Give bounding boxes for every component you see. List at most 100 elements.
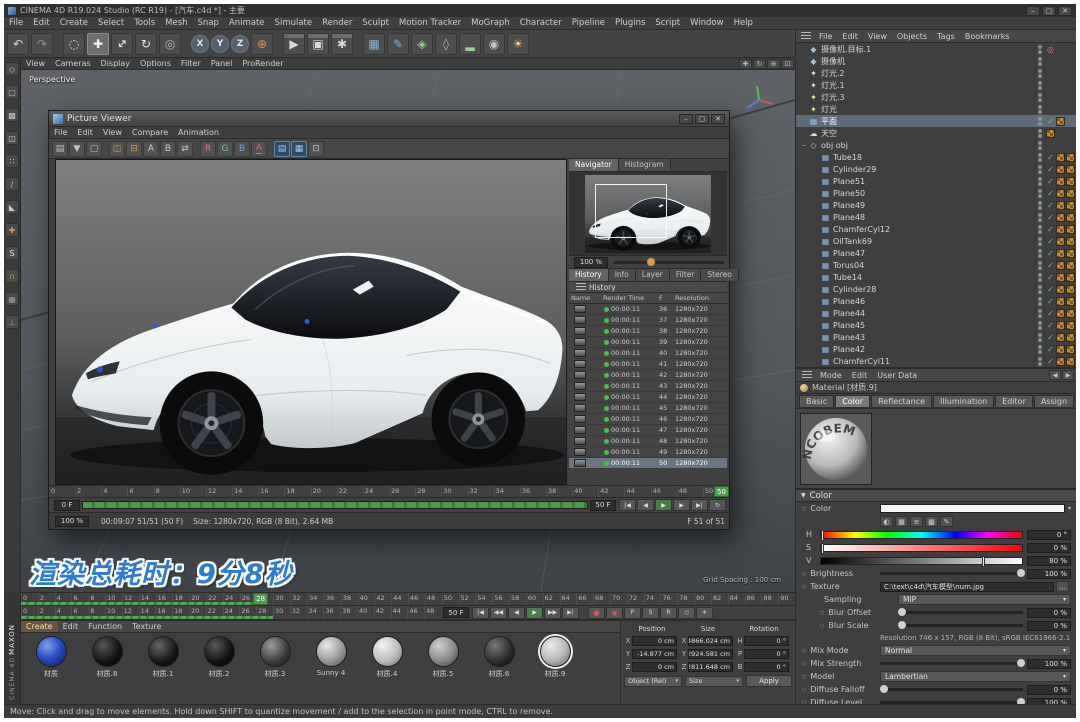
attribute-tab[interactable]: Color (835, 395, 870, 408)
toolbar-separator[interactable] (183, 33, 189, 55)
object-row[interactable]: ▦ Plane46 (796, 295, 1076, 307)
points-mode-icon[interactable]: ∷ (5, 154, 19, 168)
object-tag-icon[interactable] (1066, 237, 1075, 246)
layout-single-icon[interactable]: ▢ (86, 141, 102, 157)
object-tag-icon[interactable] (1066, 225, 1075, 234)
polygons-mode-icon[interactable]: ◣ (5, 200, 19, 214)
visibility-dots[interactable] (1038, 249, 1042, 258)
visibility-dots[interactable] (1038, 237, 1042, 246)
object-tag-icon[interactable] (1046, 201, 1055, 210)
saturation-slider[interactable] (820, 544, 1023, 552)
coordinate-system-icon[interactable]: ⊕ (251, 33, 273, 55)
visibility-dots[interactable] (1038, 177, 1042, 186)
snap-icon[interactable]: ∩ (5, 269, 19, 283)
object-tag-icon[interactable] (1046, 285, 1055, 294)
materials-menu-function[interactable]: Function (83, 621, 127, 632)
brightness-value[interactable]: 100 % (1027, 569, 1071, 579)
apply-button[interactable]: Apply (746, 675, 792, 687)
attribute-tab[interactable]: Reflectance (871, 395, 932, 408)
axis-y-lock-button[interactable]: Y (211, 35, 229, 53)
set-image-a-icon[interactable]: A (143, 141, 159, 157)
om-menu-item[interactable]: Edit (837, 30, 863, 42)
object-row[interactable]: ▦ Cylinder28 (796, 283, 1076, 295)
navigator-tab[interactable]: Histogram (619, 159, 671, 171)
menu-item[interactable]: Render (317, 17, 357, 29)
position-field[interactable]: -14.877 cm (632, 649, 677, 659)
texture-mode-icon[interactable]: ▩ (5, 108, 19, 122)
goto-end-button[interactable]: ▶| (562, 607, 579, 619)
materials-menu-texture[interactable]: Texture (127, 621, 166, 632)
menu-item[interactable]: Sculpt (357, 17, 394, 29)
prev-frame-button[interactable]: ◀ (508, 607, 525, 619)
object-tag-icon[interactable] (1056, 321, 1065, 330)
object-tag-icon[interactable] (1056, 177, 1065, 186)
pv-minimize-button[interactable]: – (679, 114, 693, 124)
visibility-dots[interactable] (1038, 321, 1042, 330)
object-tag-icon[interactable] (1066, 201, 1075, 210)
visibility-dots[interactable] (1038, 81, 1042, 90)
object-row[interactable]: ☁ 天空 (796, 127, 1076, 139)
object-row[interactable]: ✦ 灯光 (796, 103, 1076, 115)
menu-item[interactable]: Tools (129, 17, 160, 29)
object-row[interactable]: ▦ 平面 (796, 115, 1076, 127)
object-tag-icon[interactable] (1056, 237, 1065, 246)
menu-item[interactable]: Pipeline (567, 17, 610, 29)
material-item[interactable]: 材质.1 (135, 636, 191, 679)
record-rotation-button[interactable]: R (660, 607, 677, 619)
powerslider[interactable]: 0246810121416182022242628303234363840424… (21, 606, 441, 619)
object-tag-icon[interactable] (1046, 345, 1055, 354)
floor-icon[interactable]: ▂ (459, 33, 481, 55)
object-tag-icon[interactable] (1066, 213, 1075, 222)
color-picker-icon[interactable]: ✎ (940, 516, 953, 527)
blur-offset-value[interactable]: 0 % (1027, 608, 1071, 618)
rotation-field[interactable]: 0 ° (744, 636, 789, 646)
attribute-tab[interactable]: Editor (995, 395, 1033, 408)
object-tag-icon[interactable] (1056, 117, 1065, 126)
history-row[interactable]: 00:00:11 38 1280x720 (569, 326, 727, 337)
object-tag-icon[interactable] (1056, 201, 1065, 210)
attr-menu-item[interactable]: Edit (847, 369, 873, 381)
visibility-dots[interactable] (1038, 57, 1042, 66)
goto-start-button[interactable]: |◀ (472, 607, 489, 619)
history-row[interactable]: 00:00:11 36 1280x720 (569, 304, 727, 315)
axis-z-lock-button[interactable]: Z (231, 35, 249, 53)
object-row[interactable]: ▦ OilTank69 (796, 235, 1076, 247)
object-row[interactable]: ▦ Plane48 (796, 211, 1076, 223)
history-row[interactable]: 00:00:11 46 1280x720 (569, 414, 727, 425)
object-row[interactable]: ✦ 灯光.1 (796, 79, 1076, 91)
object-row[interactable]: ▦ Plane43 (796, 331, 1076, 343)
object-tag-icon[interactable] (1066, 333, 1075, 342)
attr-menu-item[interactable]: Mode (815, 369, 847, 381)
menu-item[interactable]: Create (55, 17, 93, 29)
object-row[interactable]: ▦ Plane45 (796, 319, 1076, 331)
color-swatch[interactable] (880, 504, 1065, 513)
color-wheel-icon[interactable]: ◐ (880, 516, 893, 527)
close-button[interactable]: ✕ (1058, 6, 1072, 16)
history-row[interactable]: 00:00:11 48 1280x720 (569, 436, 727, 447)
pv-range-end[interactable]: 50 F (590, 500, 616, 511)
history-row[interactable]: 00:00:11 45 1280x720 (569, 403, 727, 414)
history-row[interactable]: 00:00:11 40 1280x720 (569, 348, 727, 359)
visibility-dots[interactable] (1038, 117, 1042, 126)
model-mode-icon[interactable]: ▢ (5, 85, 19, 99)
object-row[interactable]: ✦ 灯光.3 (796, 91, 1076, 103)
pv-range-start[interactable]: 0 F (54, 500, 80, 511)
pv-next-frame-button[interactable]: ▶ (673, 499, 690, 511)
spline-pen-icon[interactable]: ✎ (387, 33, 409, 55)
om-menu-item[interactable]: Objects (892, 30, 932, 42)
record-parameter-button[interactable]: ◇ (678, 607, 695, 619)
viewport-menu-item[interactable]: Filter (176, 58, 206, 69)
object-tag-icon[interactable] (1066, 321, 1075, 330)
menu-item[interactable]: Plugins (610, 17, 650, 29)
pv-toolbar-separator[interactable] (194, 141, 199, 157)
prev-key-button[interactable]: ◀◀ (490, 607, 507, 619)
render-view-icon[interactable]: ▶ (283, 33, 305, 55)
pv-panel-tab[interactable]: Stereo (701, 269, 738, 281)
toolbar-separator[interactable] (355, 33, 361, 55)
subdivision-surface-icon[interactable]: ◈ (411, 33, 433, 55)
object-tag-icon[interactable] (1046, 189, 1055, 198)
object-tag-icon[interactable] (1046, 357, 1055, 366)
object-tag-icon[interactable] (1056, 225, 1065, 234)
pv-timeline-ruler[interactable]: 0246810121416182022242628303234363840424… (49, 485, 729, 498)
title-bar[interactable]: CINEMA 4D R19.024 Studio (RC R19) - [汽车.… (4, 4, 1076, 17)
